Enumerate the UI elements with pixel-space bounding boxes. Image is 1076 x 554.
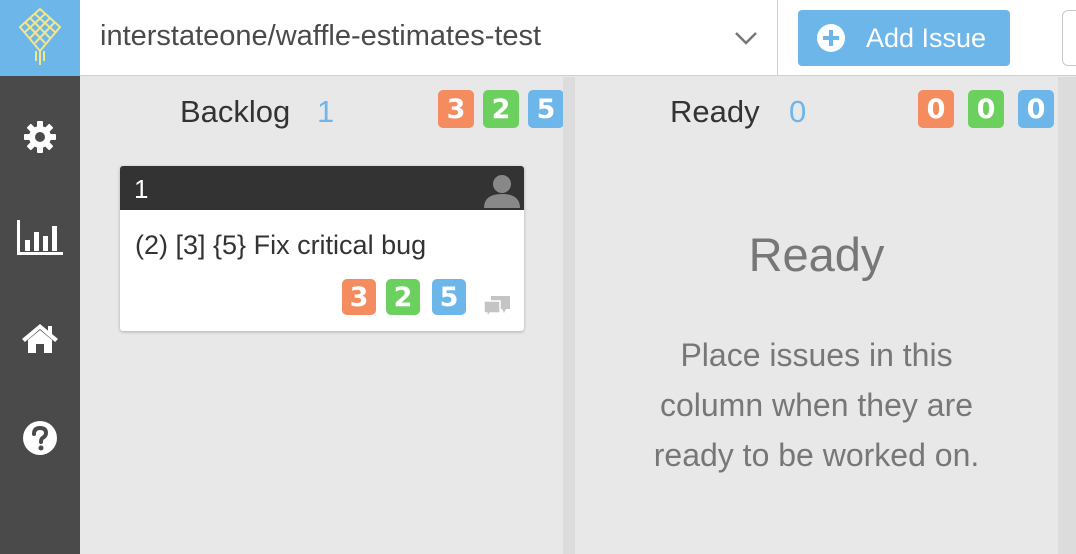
sidebar	[0, 0, 80, 554]
estimate-badge-orange: 3	[438, 90, 474, 128]
toolbar-button-partial[interactable]	[1062, 10, 1076, 66]
help-button[interactable]	[0, 413, 80, 463]
metrics-button[interactable]	[0, 213, 80, 263]
column-ready: Ready 0 0 0 0 Ready Place issues in this…	[575, 77, 1058, 554]
estimate-badge-green: 2	[386, 279, 420, 315]
column-title: Backlog	[180, 94, 291, 129]
add-issue-button[interactable]: Add Issue	[798, 10, 1010, 66]
estimate-badge-orange: 3	[342, 279, 376, 315]
waffle-logo[interactable]	[0, 0, 80, 76]
gear-icon	[24, 121, 56, 153]
column-title: Ready	[670, 94, 760, 129]
issue-number: 1	[134, 174, 149, 204]
plus-circle-icon	[817, 24, 845, 52]
settings-button[interactable]	[0, 112, 80, 162]
comments-icon	[483, 296, 510, 320]
card-header: 1	[120, 166, 524, 210]
issue-title: (2) [3] {5} Fix critical bug	[135, 230, 427, 260]
column-issue-count: 1	[317, 94, 335, 129]
home-button[interactable]	[0, 313, 80, 363]
issue-card[interactable]: 1 (2) [3] {5} Fix critical bug 3 2 5	[120, 166, 524, 331]
repo-name: interstateone/waffle-estimates-test	[100, 20, 542, 52]
avatar-icon[interactable]	[482, 172, 522, 208]
home-icon	[22, 324, 58, 353]
estimate-badge-orange: 0	[918, 90, 954, 128]
add-issue-label: Add Issue	[866, 23, 987, 53]
repo-selector[interactable]: interstateone/waffle-estimates-test	[80, 0, 778, 76]
chevron-down-icon	[735, 32, 757, 45]
empty-column-title: Ready	[748, 228, 885, 281]
estimate-badge-green: 0	[968, 90, 1004, 128]
top-bar: interstateone/waffle-estimates-test Add …	[80, 0, 1076, 76]
estimate-badge-blue: 0	[1018, 90, 1054, 128]
column-divider	[563, 77, 575, 554]
bar-chart-icon	[17, 220, 63, 255]
column-issue-count: 0	[789, 94, 807, 129]
estimate-badge-green: 2	[483, 90, 519, 128]
help-icon	[23, 421, 57, 455]
waffle-logo-icon	[18, 7, 62, 65]
empty-column-message: Place issues in this column when they ar…	[653, 337, 980, 473]
column-divider	[1058, 77, 1076, 554]
estimate-badge-blue: 5	[432, 279, 466, 315]
estimate-badge-blue: 5	[528, 90, 564, 128]
